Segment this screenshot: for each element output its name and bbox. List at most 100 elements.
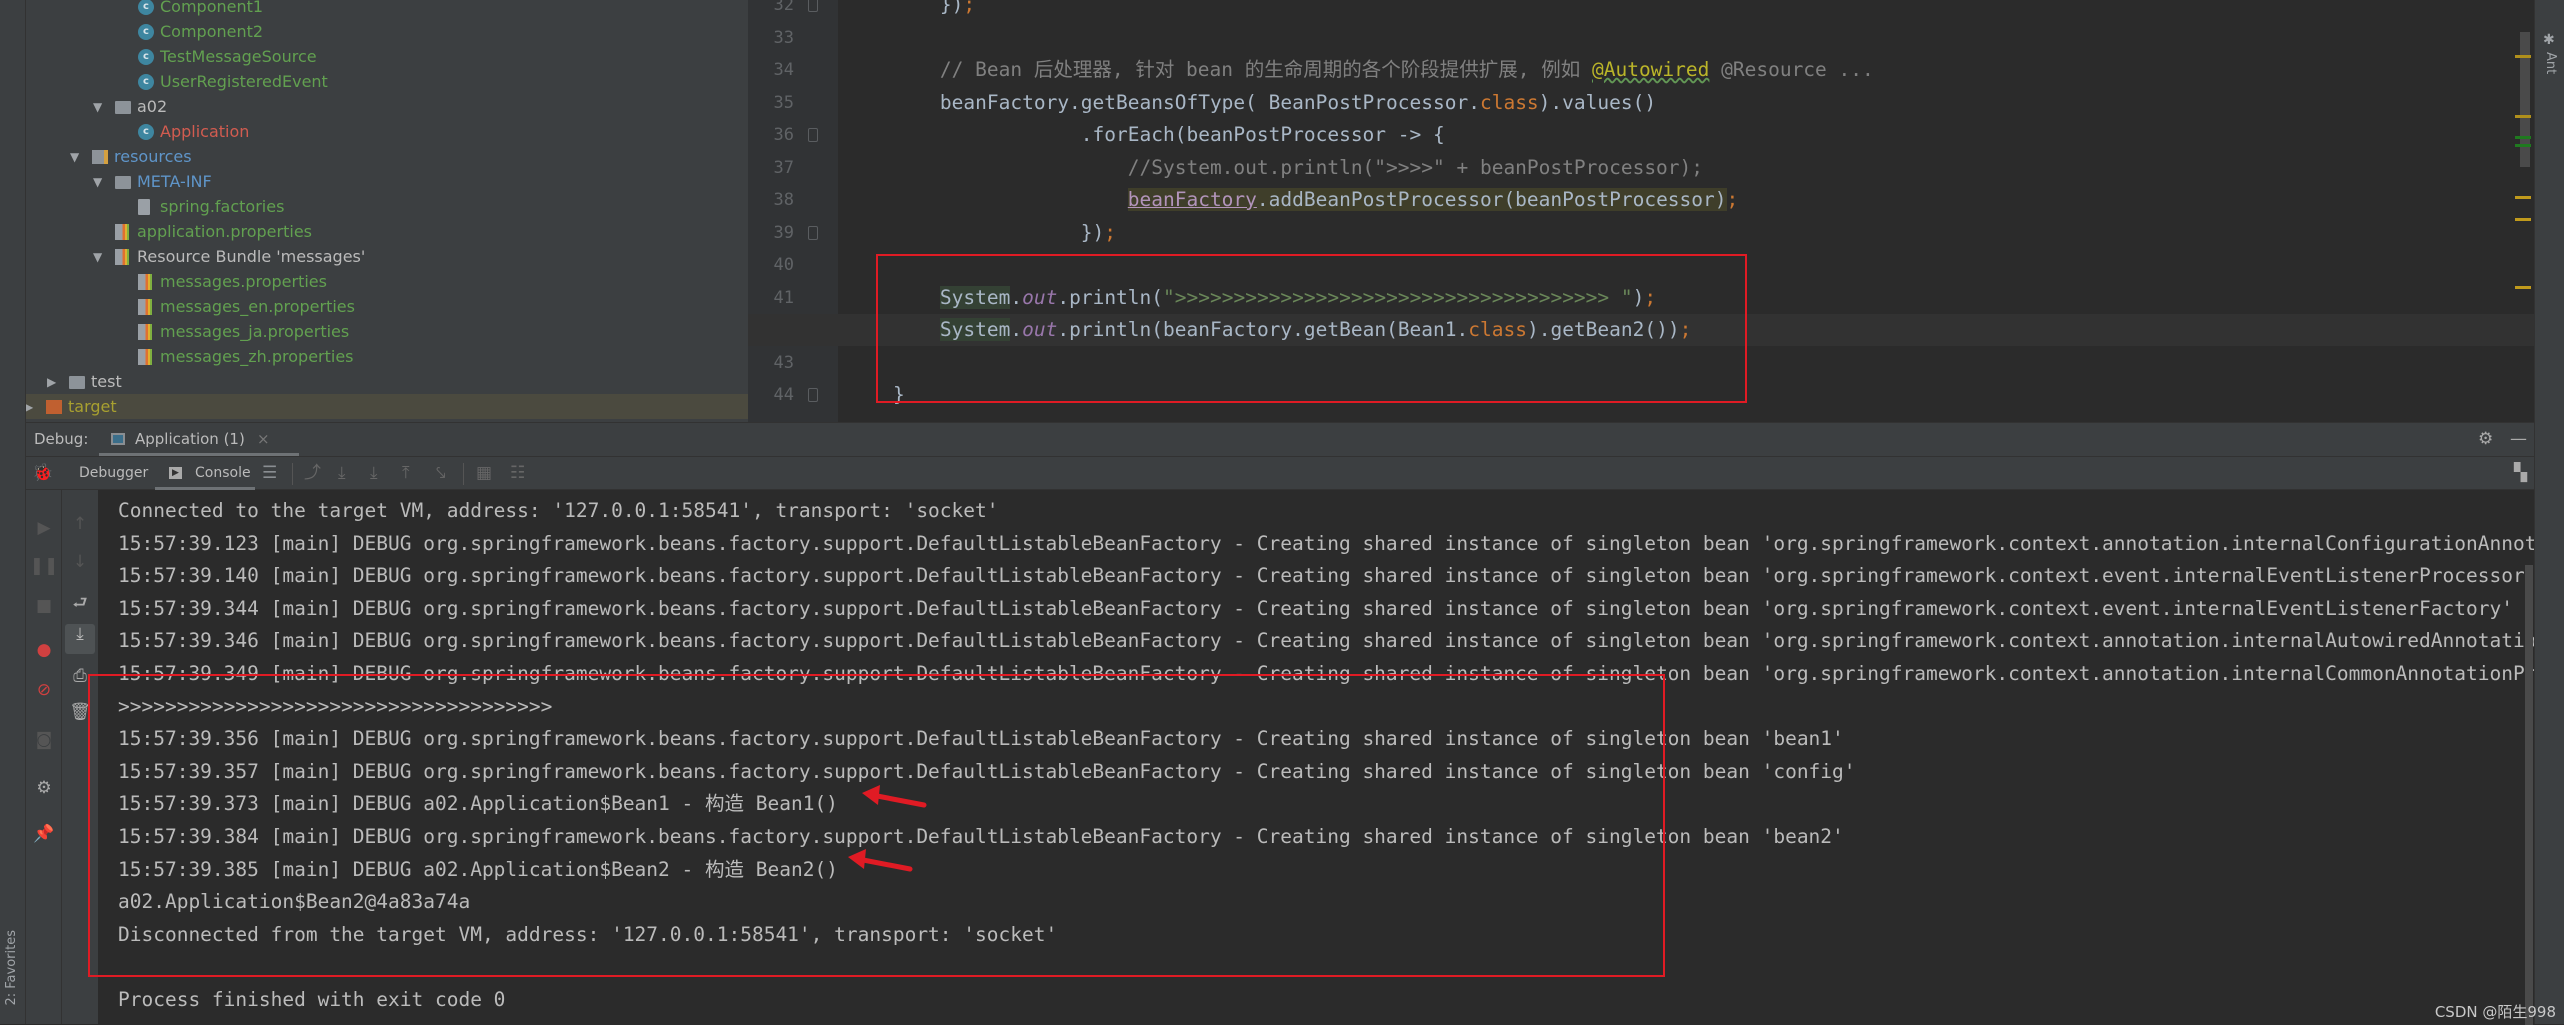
code-line[interactable]: //System.out.println(">>>>" + beanPostPr… (748, 152, 2534, 184)
tree-item[interactable]: ▼ META-INF (26, 169, 748, 194)
step-over-icon[interactable]: ⤓ (338, 457, 346, 490)
pause-icon[interactable]: ❚❚ (26, 556, 62, 576)
tab-debugger[interactable]: Debugger (79, 457, 148, 490)
code-line[interactable]: }); (748, 0, 2534, 21)
tab-console[interactable]: ▶ Console (155, 457, 255, 490)
warning-marker[interactable] (2515, 55, 2531, 58)
expand-arrow-icon[interactable]: ▼ (93, 175, 102, 189)
expand-arrow-icon[interactable]: ▼ (70, 150, 79, 164)
ant-tool-button[interactable]: Ant (2543, 52, 2558, 74)
tree-item[interactable]: messages_en.properties (26, 294, 748, 319)
tree-item[interactable]: c Application (26, 119, 748, 144)
tree-item-label: Component1 (160, 0, 264, 16)
debug-bug-icon: 🐞 (32, 463, 54, 483)
trace-icon[interactable]: ☷ (510, 457, 525, 490)
tree-item[interactable]: c TestMessageSource (26, 44, 748, 69)
menu-list-icon[interactable]: ☰ (262, 457, 277, 490)
scroll-to-end-icon[interactable]: ⤓ (65, 624, 95, 654)
properties-icon (138, 323, 152, 340)
tree-item[interactable]: messages.properties (26, 269, 748, 294)
tree-item[interactable]: messages_zh.properties (26, 344, 748, 369)
change-marker[interactable] (2515, 144, 2531, 147)
tree-item-label: Resource Bundle 'messages' (137, 247, 366, 266)
tree-item[interactable]: messages_ja.properties (26, 319, 748, 344)
warning-marker[interactable] (2515, 218, 2531, 221)
code-token: }) (846, 220, 1105, 244)
tree-item[interactable]: c Component1 (26, 0, 748, 19)
mute-breakpoints-icon[interactable]: ⊘ (26, 680, 62, 700)
class-icon: c (138, 73, 154, 90)
up-arrow-icon[interactable]: ↑ (62, 514, 98, 534)
tree-item-label: messages_en.properties (160, 297, 355, 316)
code-token: //System.out.println(">>>>" + beanPostPr… (846, 155, 1704, 179)
tree-item[interactable]: ▶ test (26, 369, 748, 394)
code-token: class (1479, 90, 1539, 114)
class-icon: c (138, 23, 154, 40)
folder-icon (69, 376, 85, 389)
step-out-icon[interactable]: ⤒ (402, 457, 410, 490)
properties-icon (115, 223, 129, 240)
pin-icon[interactable]: 📌 (26, 824, 62, 844)
step-into-icon[interactable]: ⤓ (370, 457, 378, 490)
tree-item[interactable]: c UserRegisteredEvent (26, 69, 748, 94)
tree-item[interactable]: c Component2 (26, 19, 748, 44)
tree-item[interactable]: ▶ target (24, 394, 748, 419)
code-line[interactable]: }); (748, 217, 2534, 249)
settings-gear-icon[interactable]: ⚙ (2478, 423, 2493, 456)
code-line[interactable]: // Bean 后处理器, 针对 bean 的生命周期的各个阶段提供扩展, 例如… (748, 54, 2534, 86)
tree-item-label: Component2 (160, 22, 264, 41)
warning-marker[interactable] (2515, 196, 2531, 199)
tree-item-label: a02 (137, 97, 168, 116)
minimize-icon[interactable]: — (2510, 423, 2527, 456)
code-token: ).values() (1538, 90, 1657, 114)
tree-item-label: application.properties (137, 222, 312, 241)
tree-item[interactable]: ▼ Resource Bundle 'messages' (26, 244, 748, 269)
show-execution-point-icon[interactable]: ⤴ (304, 457, 321, 490)
tree-item[interactable]: application.properties (26, 219, 748, 244)
code-line[interactable]: .forEach(beanPostProcessor -> { (748, 119, 2534, 151)
layout-icon[interactable]: ▚ (2514, 457, 2527, 490)
code-line[interactable]: beanFactory.addBeanPostProcessor(beanPos… (748, 184, 2534, 216)
soft-wrap-icon[interactable]: ⮐ (62, 590, 98, 619)
tab-label: Console (195, 465, 251, 481)
tree-item-label: messages.properties (160, 272, 327, 291)
tab-label: Application (1) (135, 430, 245, 448)
expand-arrow-icon[interactable]: ▼ (93, 100, 102, 114)
code-token: beanFactory (1127, 188, 1257, 211)
tree-item[interactable]: spring.factories (26, 194, 748, 219)
console-scrollbar[interactable] (2525, 565, 2533, 1025)
divider (292, 463, 293, 485)
warning-marker[interactable] (2515, 286, 2531, 289)
down-arrow-icon[interactable]: ↓ (62, 552, 98, 572)
change-marker[interactable] (2515, 136, 2531, 139)
annotation-box-console (88, 674, 1665, 977)
annotation-box-code (876, 254, 1747, 403)
class-icon: c (138, 0, 154, 15)
code-token: ; (963, 0, 976, 16)
expand-arrow-icon[interactable]: ▼ (93, 250, 102, 264)
evaluate-expression-icon[interactable]: ▦ (476, 457, 492, 490)
tree-item-label: target (68, 397, 117, 416)
stop-icon[interactable]: ■ (26, 596, 62, 616)
code-line[interactable] (748, 22, 2534, 54)
code-line[interactable]: beanFactory.getBeansOfType( BeanPostProc… (748, 87, 2534, 119)
ant-icon: ✱ (2543, 32, 2555, 48)
collapse-arrow-icon[interactable]: ▶ (47, 375, 56, 389)
camera-icon[interactable]: ◙ (26, 730, 62, 750)
tree-item[interactable]: ▼ a02 (26, 94, 748, 119)
console-line: Connected to the target VM, address: '12… (118, 499, 999, 522)
console-line: 15:57:39.346 [main] DEBUG org.springfram… (118, 629, 2534, 653)
settings-icon[interactable]: ⚙ (26, 778, 62, 798)
watermark: CSDN @陌生998 (2434, 1003, 2556, 1021)
run-to-cursor-icon[interactable]: ⤥ (436, 457, 446, 490)
tree-item-label: test (91, 372, 122, 391)
view-breakpoints-icon[interactable]: ● (26, 640, 62, 660)
favorites-tool-button[interactable]: 2: Favorites (4, 930, 19, 1006)
package-icon (115, 101, 131, 114)
resume-icon[interactable]: ▶ (26, 518, 62, 538)
tab-application[interactable]: Application (1) × (99, 423, 299, 456)
warning-marker[interactable] (2515, 115, 2531, 118)
close-tab-icon[interactable]: × (257, 423, 270, 456)
tree-item[interactable]: ▼ resources (26, 144, 748, 169)
